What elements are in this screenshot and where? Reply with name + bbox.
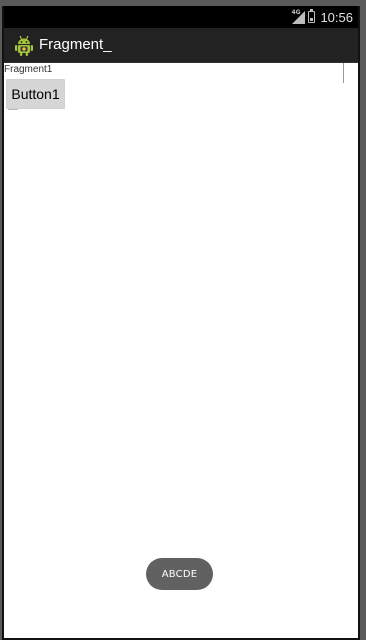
device-frame: 4G 10:56 Fragment_ Fragment1 Button1 ABC… bbox=[0, 0, 366, 640]
app-title: Fragment_ bbox=[39, 36, 112, 53]
action-bar: Fragment_ bbox=[4, 28, 358, 63]
battery-icon bbox=[308, 9, 316, 23]
network-type-label: 4G bbox=[291, 9, 301, 16]
button1[interactable]: Button1 bbox=[6, 79, 65, 109]
fragment-label: Fragment1 bbox=[4, 64, 53, 75]
main-content: Fragment1 Button1 ABCDE bbox=[4, 63, 358, 638]
status-icons: 4G 10:56 bbox=[291, 8, 353, 26]
status-time: 10:56 bbox=[320, 9, 353, 25]
frame-left-edge bbox=[0, 0, 2, 640]
frame-right-edge bbox=[360, 0, 366, 640]
button-shadow bbox=[8, 109, 18, 110]
signal-icon: 4G bbox=[291, 9, 306, 24]
android-icon[interactable] bbox=[14, 34, 34, 56]
status-bar: 4G 10:56 bbox=[4, 6, 358, 28]
toast-message: ABCDE bbox=[146, 558, 213, 590]
scrollbar[interactable] bbox=[343, 63, 344, 83]
